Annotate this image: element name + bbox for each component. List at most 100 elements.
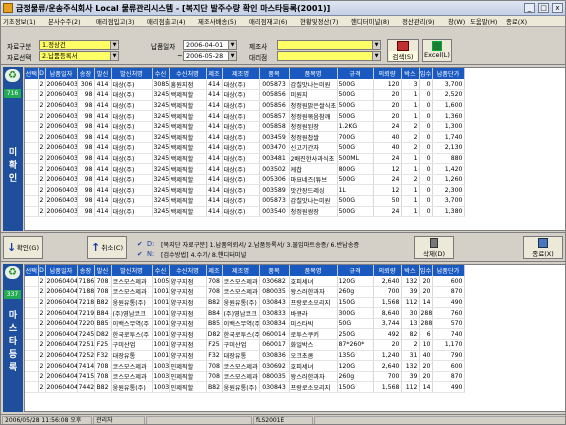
row-select-checkbox[interactable] xyxy=(25,381,39,394)
unconfirmed-grid[interactable]: 선택 D 납품일자 송장 발신 발신처명 수신 수신처명 제조 제조명 품목 품목명 규격 의뢰량 박스 입수… xyxy=(24,67,565,231)
column-header-maker-name[interactable]: 제조명 xyxy=(222,68,260,79)
table-row[interactable]: 2 20060404 7188 708 코스모스제과 1001 양구지점 708 코스모스제과 0… xyxy=(25,286,465,298)
table-row[interactable]: 2 20060403 98 414 대상(주) 3245 백제직할 414 대상(주) 00347… xyxy=(25,142,465,154)
column-header-spec[interactable]: 규격 xyxy=(337,68,374,79)
column-header-receiver-code[interactable]: 수신 xyxy=(152,68,170,79)
column-header-sender-code[interactable]: 발신 xyxy=(94,265,112,276)
column-header-receiver-code[interactable]: 수신 xyxy=(152,265,170,276)
row-select-checkbox[interactable] xyxy=(25,142,39,154)
column-header-item-code[interactable]: 품목 xyxy=(259,265,290,276)
row-select-checkbox[interactable] xyxy=(25,297,39,309)
row-select-checkbox[interactable] xyxy=(25,79,39,91)
row-select-checkbox[interactable] xyxy=(25,318,39,330)
row-select-checkbox[interactable] xyxy=(25,131,39,144)
table-row[interactable]: 2 20060404 7442 B82 웅원유통(주) 1003 인제직할 B82 웅원유통(주… xyxy=(25,381,465,394)
menu-exit[interactable]: 종료(X) xyxy=(506,17,527,26)
table-row[interactable]: 2 20060403 98 414 대상(주) 3245 백제직할 414 대상(주) 00585… xyxy=(25,110,465,122)
table-row[interactable]: 2 20060404 7186 708 코스모스제과 1005 양구지점 708 코스모스제과 0… xyxy=(25,276,465,288)
row-select-checkbox[interactable] xyxy=(25,286,39,298)
row-select-checkbox[interactable] xyxy=(25,360,39,372)
maker-select[interactable]: ▼ xyxy=(277,40,381,50)
close-button[interactable]: x xyxy=(552,3,563,13)
table-row[interactable]: 2 20060404 7414 708 코스모스제과 1003 인제직할 708 코스모스제과 0… xyxy=(25,360,465,372)
column-header-per-box[interactable]: 입수 xyxy=(419,265,433,276)
column-header-delivery-date[interactable]: 납품일자 xyxy=(45,265,78,276)
date-from-field[interactable]: 2006-04-01 ▼ xyxy=(183,40,237,50)
column-header-item-code[interactable]: 품목 xyxy=(259,68,290,79)
table-row[interactable]: 2 20060404 7415 708 코스모스제과 1003 인제직할 708 코스모스제과 0… xyxy=(25,371,465,383)
data-select[interactable]: 2.납품등록서 ▼ xyxy=(39,51,119,61)
exit-button[interactable]: 종료(X) xyxy=(523,236,563,259)
minimize-button[interactable]: _ xyxy=(524,3,535,13)
column-header-invoice[interactable]: 송장 xyxy=(77,68,95,79)
row-select-checkbox[interactable] xyxy=(25,307,39,319)
column-header-request-qty[interactable]: 의뢰량 xyxy=(373,68,402,79)
column-header-select[interactable]: 선택 xyxy=(25,68,39,79)
agent-select[interactable]: ▼ xyxy=(277,51,381,61)
row-select-checkbox[interactable] xyxy=(25,206,39,218)
column-header-delivery-date[interactable]: 납품일자 xyxy=(45,68,78,79)
column-header-receiver-name[interactable]: 수신처명 xyxy=(169,68,207,79)
master-grid[interactable]: 선택 D 납품일자 송장 발신 발신처명 수신 수신처명 제조 제조명 품목 품목명 규격 의뢰량 박스 입수… xyxy=(24,264,565,412)
table-row[interactable]: 2 20060403 98 414 대상(주) 3245 백제직할 414 대상(주) 00350… xyxy=(25,163,465,175)
column-header-unit-price[interactable]: 납품단가 xyxy=(432,68,465,79)
column-header-maker-name[interactable]: 제조명 xyxy=(222,265,260,276)
row-select-checkbox[interactable] xyxy=(25,195,39,207)
column-header-d[interactable]: D xyxy=(38,68,46,79)
table-row[interactable]: 2 20060403 98 414 대상(주) 3245 백제직할 414 대상(주) 00345… xyxy=(25,131,465,144)
menu-window[interactable]: 창(W) xyxy=(448,17,465,26)
table-row[interactable]: 2 20060403 98 414 대상(주) 3245 백제직할 414 대상(주) 00348… xyxy=(25,153,465,165)
row-select-checkbox[interactable] xyxy=(25,121,39,133)
column-header-box[interactable]: 박스 xyxy=(401,265,420,276)
column-header-d[interactable]: D xyxy=(38,265,46,276)
column-header-per-box[interactable]: 입수 xyxy=(419,68,433,79)
menu-handy[interactable]: 핸디터미널(8) xyxy=(351,17,389,26)
table-row[interactable]: 2 20060403 98 414 대상(주) 3245 백제직할 414 대상(주) 00585… xyxy=(25,121,465,133)
row-select-checkbox[interactable] xyxy=(25,163,39,175)
column-header-maker-code[interactable]: 제조 xyxy=(206,68,223,79)
menu-settlement[interactable]: 정산관리(9) xyxy=(402,17,435,26)
menu-hq-order[interactable]: 본사수주(2) xyxy=(48,17,81,26)
column-header-invoice[interactable]: 송장 xyxy=(77,265,95,276)
row-select-checkbox[interactable] xyxy=(25,350,39,362)
column-header-receiver-name[interactable]: 수신처명 xyxy=(169,265,207,276)
column-header-sender-name[interactable]: 발신처명 xyxy=(111,265,153,276)
row-select-checkbox[interactable] xyxy=(25,276,39,288)
maximize-button[interactable]: □ xyxy=(538,3,549,13)
table-row[interactable]: 2 20060403 98 414 대상(주) 3245 백제직할 414 대상(주) 00354… xyxy=(25,206,465,218)
column-header-sender-code[interactable]: 발신 xyxy=(94,68,112,79)
table-row[interactable]: 2 20060403 98 414 대상(주) 3245 백제직할 414 대상(주) 00587… xyxy=(25,195,465,207)
row-select-checkbox[interactable] xyxy=(25,328,39,341)
menu-agency-in[interactable]: 매리점입고(3) xyxy=(96,17,134,26)
column-header-spec[interactable]: 규격 xyxy=(337,265,374,276)
row-select-checkbox[interactable] xyxy=(25,110,39,122)
menu-agency-stock[interactable]: 매리점재고(6) xyxy=(249,17,287,26)
table-row[interactable]: 2 20060403 98 414 대상(주) 3245 백제직할 414 대상(주) 00585… xyxy=(25,89,465,101)
table-row[interactable]: 2 20060404 7245 D82 한국로투스(주 1001 양구지점 D82 한국로투스(… xyxy=(25,328,465,341)
table-row[interactable]: 2 20060403 98 414 대상(주) 3245 백제직할 414 대상(주) 00530… xyxy=(25,174,465,186)
table-row[interactable]: 2 20060403 98 414 대상(주) 3245 백제직할 414 대상(주) 00585… xyxy=(25,100,465,112)
table-row[interactable]: 2 20060404 7251 F25 구미산업 1001 양구지점 F25 구미산업 06001… xyxy=(25,339,465,351)
menu-maker-delivery[interactable]: 제조사배송(5) xyxy=(198,17,236,26)
cancel-button[interactable]: ↑ 취소(C) xyxy=(87,236,127,259)
excel-button[interactable]: Excel(L) xyxy=(422,39,452,62)
table-row[interactable]: 2 20060404 7219 B84 (주)영남코크 1001 양구지점 B84 (주)영남코… xyxy=(25,307,465,319)
row-select-checkbox[interactable] xyxy=(25,339,39,351)
row-select-checkbox[interactable] xyxy=(25,184,39,197)
confirm-button[interactable]: ↓ 확인(G) xyxy=(3,236,43,259)
row-select-checkbox[interactable] xyxy=(25,89,39,101)
table-row[interactable]: 2 20060404 7218 B82 웅원유통(주) 1001 양구지점 B82 웅원유통(주… xyxy=(25,297,465,309)
type-select[interactable]: 1.정상건 ▼ xyxy=(39,40,119,50)
table-row[interactable]: 2 20060404 7220 B85 이백스무역(주 1001 양구지점 B85 이백스무역(… xyxy=(25,318,465,330)
menu-basic-info[interactable]: 기초정보(1) xyxy=(3,17,36,26)
column-header-unit-price[interactable]: 납품단가 xyxy=(432,265,465,276)
row-select-checkbox[interactable] xyxy=(25,153,39,165)
column-header-request-qty[interactable]: 의뢰량 xyxy=(373,265,402,276)
column-header-item-name[interactable]: 품목명 xyxy=(289,265,338,276)
column-header-select[interactable]: 선택 xyxy=(25,265,39,276)
date-to-field[interactable]: 2006-05-28 ▼ xyxy=(183,51,237,61)
column-header-maker-code[interactable]: 제조 xyxy=(206,265,223,276)
table-row[interactable]: 2 20060404 7252 F32 대장유통 1001 양구지점 F32 대장유통 03083… xyxy=(25,350,465,362)
row-select-checkbox[interactable] xyxy=(25,371,39,383)
menu-help[interactable]: 도움말(H) xyxy=(470,17,497,26)
